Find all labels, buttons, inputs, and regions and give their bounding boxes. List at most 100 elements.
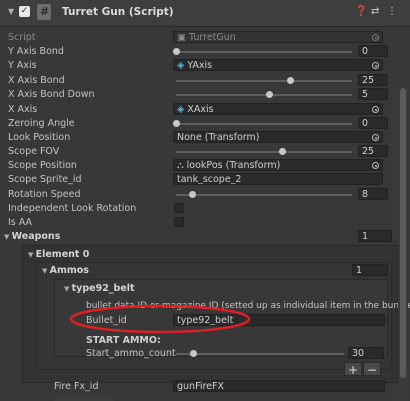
foldout-arrow-icon[interactable]: ▼ <box>42 267 50 275</box>
object-picker-icon[interactable] <box>372 62 379 69</box>
object-picker-icon <box>372 34 379 41</box>
foldout-arrow-icon[interactable]: ▼ <box>28 251 36 259</box>
transform-icon: ◈ <box>177 104 188 115</box>
add-ammo-button[interactable]: + <box>344 362 362 377</box>
transform-icon: ◈ <box>177 60 188 71</box>
scope-sprite-id-row: Scope Sprite_id tank_scope_2 <box>0 173 410 186</box>
ammos-label: Ammos <box>49 265 89 276</box>
is-aa-checkbox[interactable] <box>174 217 184 227</box>
menu-icon[interactable]: ⋮ <box>387 6 397 17</box>
x-axis-bond-slider-knob[interactable] <box>287 77 295 84</box>
x-axis-bond-input[interactable]: 25 <box>358 74 388 86</box>
rotation-speed-input[interactable]: 8 <box>358 188 388 200</box>
rotation-speed-slider-knob[interactable] <box>188 191 196 198</box>
foldout-arrow-icon[interactable]: ▼ <box>64 285 72 293</box>
look-position-label: Look Position <box>8 132 71 143</box>
scope-sprite-id-label: Scope Sprite_id <box>8 174 82 185</box>
start-ammo-header: START AMMO: <box>86 335 161 346</box>
element0-label: Element 0 <box>35 249 90 260</box>
start-ammo-slider-knob[interactable] <box>189 350 197 357</box>
script-value: TurretGun <box>189 32 236 43</box>
highlight-ellipse <box>69 304 251 334</box>
object-picker-icon[interactable] <box>372 106 379 113</box>
scrollbar-thumb[interactable] <box>400 88 406 378</box>
look-position-field[interactable]: None (Transform) <box>173 131 383 143</box>
x-axis-bond-slider[interactable] <box>176 80 352 82</box>
x-axis-value: XAxis <box>187 104 214 115</box>
scope-sprite-id-input[interactable]: tank_scope_2 <box>173 173 383 185</box>
scope-fov-label: Scope FOV <box>8 146 60 157</box>
rotation-speed-row: Rotation Speed 8 <box>0 188 410 201</box>
scope-position-value: lookPos (Transform) <box>186 160 281 171</box>
ammos-foldout[interactable]: ▼ Ammos <box>42 264 89 278</box>
script-label: Script <box>8 32 36 43</box>
ammos-size-input[interactable]: 1 <box>352 264 388 276</box>
script-row: Script ▣ TurretGun <box>0 31 410 44</box>
fire-fx-label: Fire Fx_id <box>54 381 99 392</box>
y-axis-bond-slider-knob[interactable] <box>173 48 180 55</box>
ammo-item-foldout[interactable]: ▼ type92_belt <box>64 282 135 296</box>
ammo-item-row: ▼ type92_belt <box>0 282 410 295</box>
script-small-icon: ▣ <box>177 32 189 43</box>
x-axis-bond-row: X Axis Bond 25 <box>0 74 410 87</box>
minus-icon: − <box>366 363 378 377</box>
zeroing-angle-slider[interactable] <box>176 123 352 125</box>
enabled-checkbox[interactable]: ✓ <box>19 6 30 17</box>
is-aa-label: Is AA <box>8 217 33 228</box>
zeroing-angle-slider-knob[interactable] <box>173 120 180 127</box>
y-axis-bond-input[interactable]: 0 <box>358 45 388 57</box>
independent-look-rotation-row: Independent Look Rotation <box>0 202 410 215</box>
zeroing-angle-row: Zeroing Angle 0 <box>0 117 410 130</box>
y-axis-bond-label: Y Axis Bond <box>8 46 64 57</box>
y-axis-bond-slider[interactable] <box>176 51 352 53</box>
element0-foldout[interactable]: ▼ Element 0 <box>28 248 89 262</box>
ammos-row: ▼ Ammos 1 <box>0 264 410 277</box>
help-icon[interactable]: ❓ <box>355 6 367 17</box>
independent-look-rotation-checkbox[interactable] <box>174 203 184 213</box>
weapons-foldout[interactable]: ▼ Weapons <box>4 230 60 244</box>
rotation-speed-label: Rotation Speed <box>8 189 81 200</box>
scope-position-field[interactable]: ⛬ lookPos (Transform) <box>173 159 383 171</box>
start-ammo-row: Start_ammo_count 30 <box>0 347 410 360</box>
foldout-arrow-icon[interactable]: ▼ <box>8 7 14 16</box>
zeroing-angle-input[interactable]: 0 <box>358 117 388 129</box>
x-axis-bond-down-slider[interactable] <box>176 94 352 96</box>
look-position-value: None (Transform) <box>177 132 260 143</box>
script-field: ▣ TurretGun <box>173 31 383 43</box>
look-position-row: Look Position None (Transform) <box>0 131 410 144</box>
x-axis-row: X Axis ◈ XAxis <box>0 103 410 116</box>
x-axis-bond-label: X Axis Bond <box>8 75 65 86</box>
script-icon <box>37 4 51 20</box>
fire-fx-input[interactable]: gunFireFX <box>173 380 385 392</box>
weapons-row: ▼ Weapons 1 <box>0 230 410 243</box>
is-aa-row: Is AA <box>0 216 410 229</box>
x-axis-field[interactable]: ◈ XAxis <box>173 103 383 115</box>
zeroing-angle-label: Zeroing Angle <box>8 118 75 129</box>
x-axis-bond-down-input[interactable]: 5 <box>358 88 388 100</box>
scope-position-label: Scope Position <box>8 160 77 171</box>
fire-fx-row: Fire Fx_id gunFireFX <box>0 380 410 393</box>
weapons-size-input[interactable]: 1 <box>358 230 392 242</box>
y-axis-field[interactable]: ◈ YAxis <box>173 59 383 71</box>
scope-fov-slider-knob[interactable] <box>278 148 286 155</box>
object-picker-icon[interactable] <box>372 162 379 169</box>
x-axis-bond-down-label: X Axis Bond Down <box>8 89 95 100</box>
x-axis-label: X Axis <box>8 104 38 115</box>
start-ammo-input[interactable]: 30 <box>348 347 384 359</box>
y-axis-label: Y Axis <box>8 60 37 71</box>
object-picker-icon[interactable] <box>372 134 379 141</box>
element0-row: ▼ Element 0 <box>0 248 410 261</box>
scope-fov-slider[interactable] <box>176 151 352 153</box>
weapons-label: Weapons <box>11 231 61 242</box>
remove-ammo-button[interactable]: − <box>363 362 381 377</box>
scope-fov-row: Scope FOV 25 <box>0 145 410 158</box>
rotation-speed-slider[interactable] <box>176 194 352 196</box>
foldout-arrow-icon[interactable]: ▼ <box>4 233 12 241</box>
preset-icon[interactable]: ⇄ <box>371 6 379 17</box>
scope-fov-input[interactable]: 25 <box>358 145 388 157</box>
start-ammo-slider[interactable] <box>176 353 344 355</box>
y-axis-value: YAxis <box>187 60 213 71</box>
x-axis-bond-down-slider-knob[interactable] <box>266 91 274 98</box>
independent-look-rotation-label: Independent Look Rotation <box>8 203 137 214</box>
y-axis-bond-row: Y Axis Bond 0 <box>0 45 410 58</box>
